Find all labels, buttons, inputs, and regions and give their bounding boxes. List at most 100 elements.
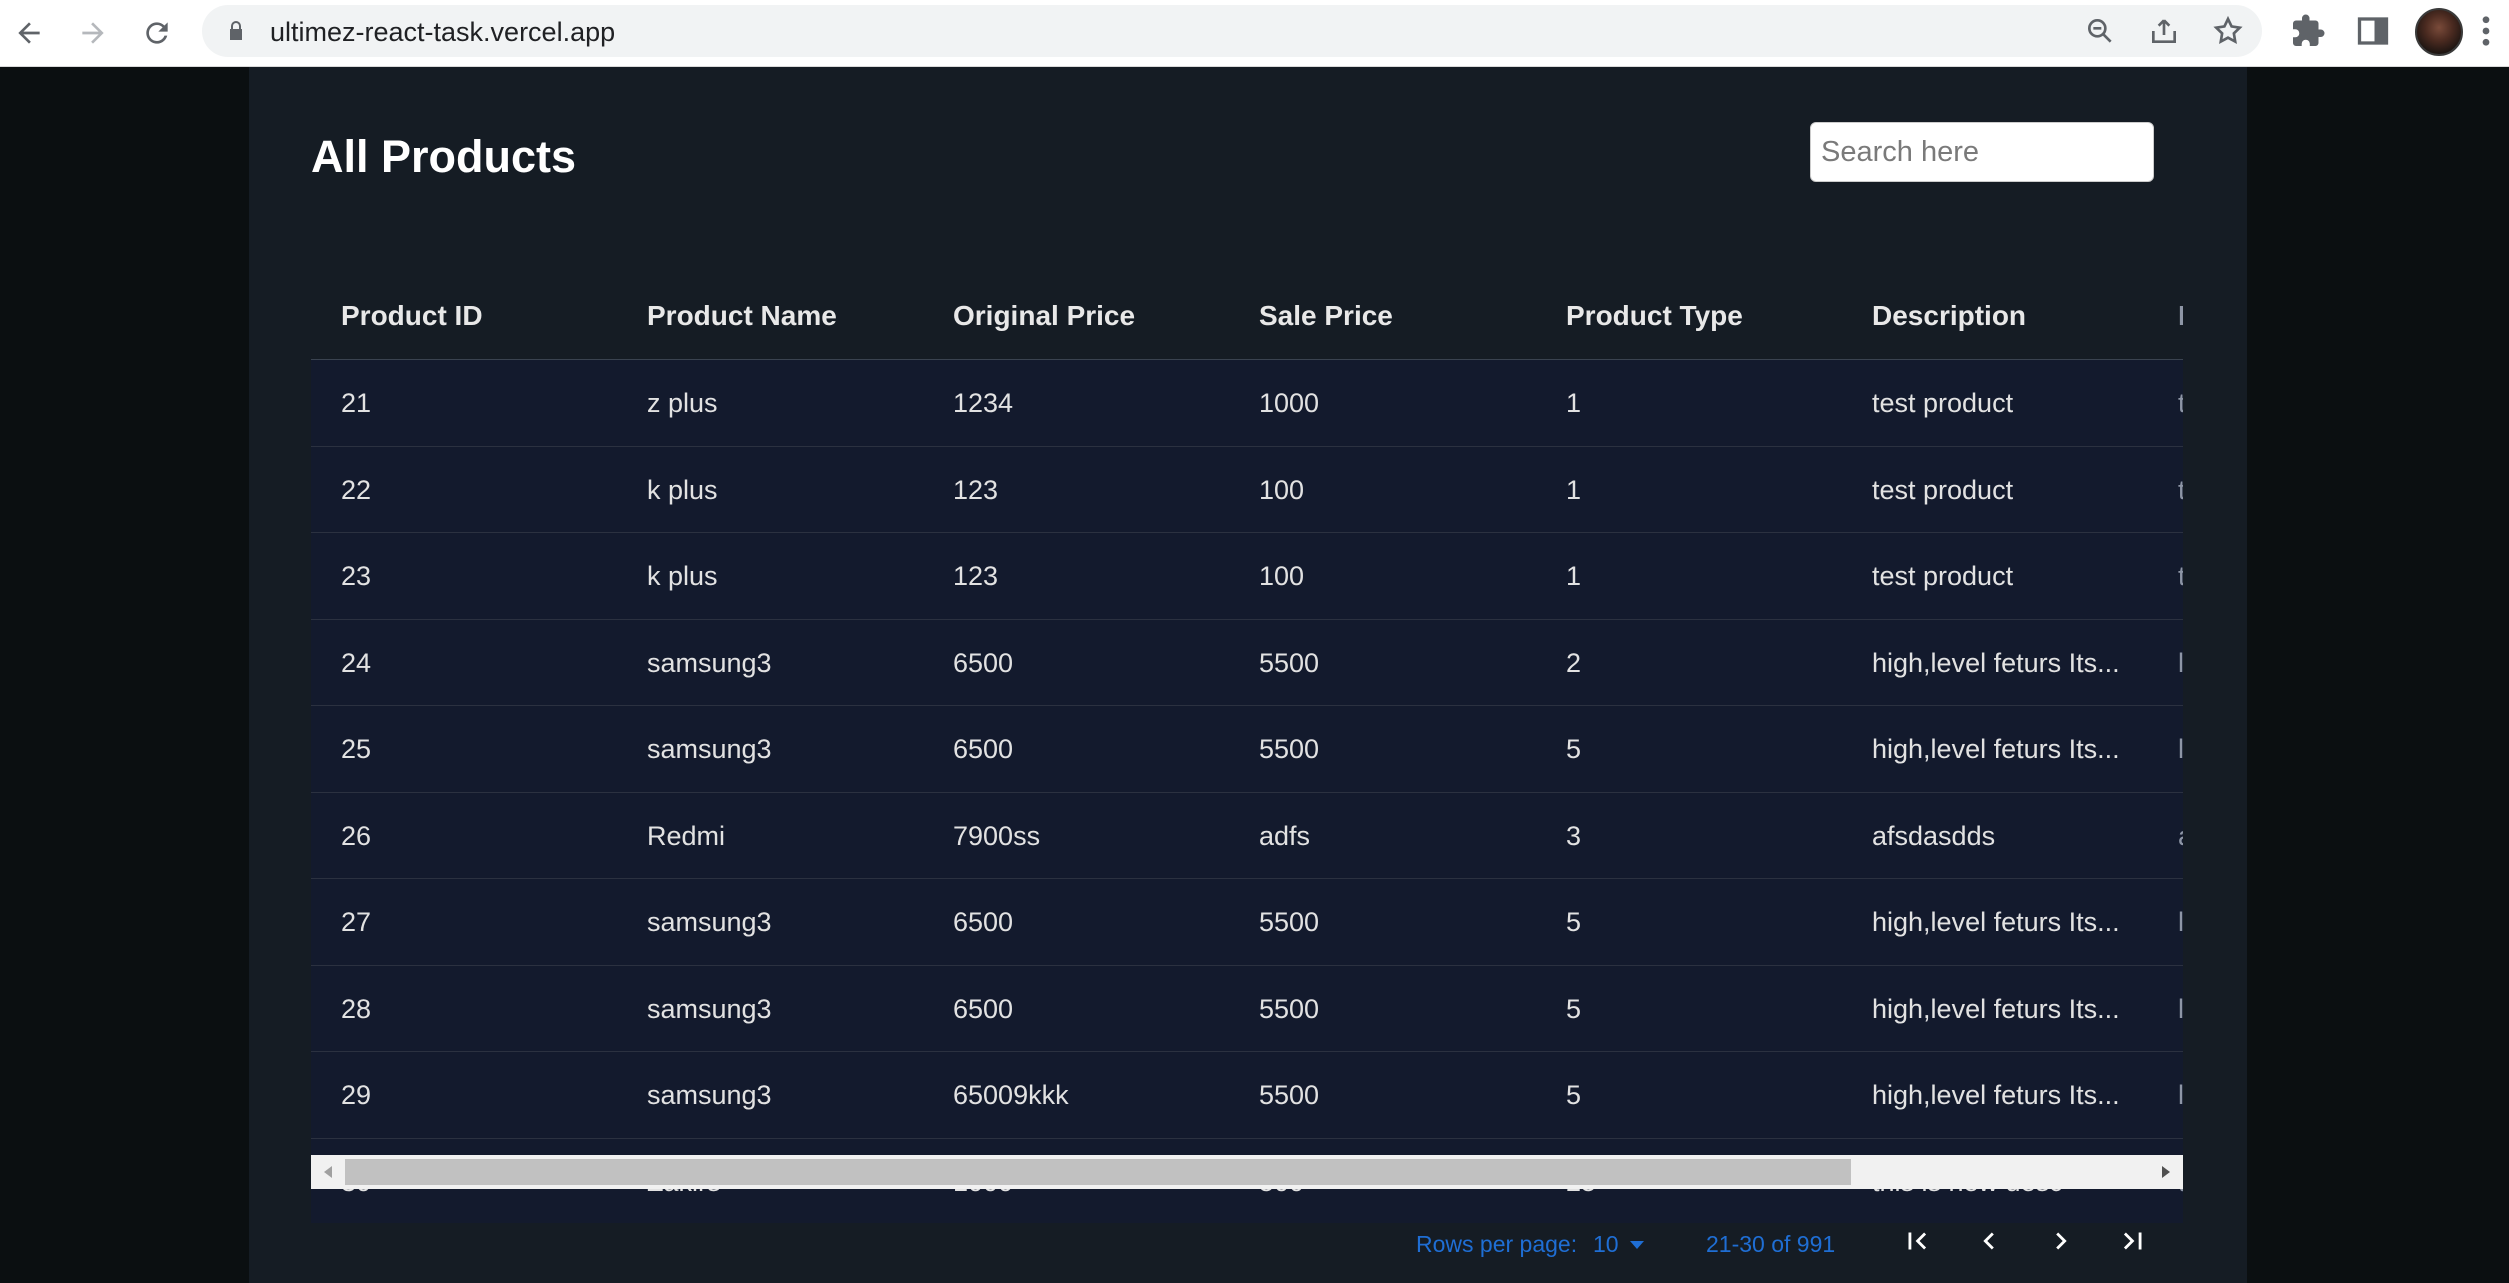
cell-original-price: 123 xyxy=(953,474,999,505)
column-header-original-price[interactable]: Original Price xyxy=(953,300,1135,332)
cell-product-id: 24 xyxy=(341,647,372,678)
cell-original-price: 6500 xyxy=(953,907,1014,937)
cell-product-type: 1 xyxy=(1566,474,1582,505)
cell-product-name: samsung3 xyxy=(647,993,772,1024)
cell-product-name: samsung3 xyxy=(647,647,772,678)
column-header-overflow: I xyxy=(2178,300,2183,331)
cell-overflow: l xyxy=(2178,647,2183,678)
previous-page-icon xyxy=(1983,1232,1994,1250)
profile-avatar[interactable] xyxy=(2415,8,2463,56)
cell-product-id: 25 xyxy=(341,734,372,764)
products-table: Product ID Product Name Original Price S… xyxy=(311,215,2183,1223)
column-header-product-id[interactable]: Product ID xyxy=(341,300,483,332)
cell-product-id: 23 xyxy=(341,561,372,591)
table-row[interactable]: 28 samsung3 6500 5500 5 high,level feturs Its… xyxy=(311,965,2183,1052)
cell-overflow: l xyxy=(2178,1080,2183,1110)
extensions-icon[interactable] xyxy=(2290,13,2326,49)
share-icon[interactable] xyxy=(2148,15,2180,47)
kebab-menu-icon[interactable] xyxy=(2482,16,2490,46)
next-page-icon xyxy=(2056,1232,2067,1250)
cell-description: test product xyxy=(1872,388,2014,418)
scroll-left-icon[interactable] xyxy=(311,1155,345,1189)
zoom-out-icon[interactable] xyxy=(2084,15,2116,47)
cell-product-name: z plus xyxy=(647,388,718,418)
cell-product-type: 5 xyxy=(1566,734,1582,764)
reload-button[interactable] xyxy=(134,10,180,56)
lock-icon xyxy=(230,21,242,40)
cell-product-id: 22 xyxy=(341,474,372,505)
cell-original-price: 6500 xyxy=(953,647,1014,678)
table-row[interactable]: 25 samsung3 6500 5500 5 high,level feturs Its… xyxy=(311,706,2183,793)
cell-overflow: t xyxy=(2178,474,2183,505)
first-page-button[interactable] xyxy=(1895,1219,1939,1263)
cell-description: high,level feturs Its... xyxy=(1872,647,2120,678)
cell-product-type: 1 xyxy=(1566,388,1582,418)
last-page-button[interactable] xyxy=(2111,1219,2155,1263)
cell-product-id: 29 xyxy=(341,1080,372,1110)
cell-description: high,level feturs Its... xyxy=(1872,993,2120,1024)
cell-original-price: 6500 xyxy=(953,734,1014,764)
rows-per-page-select[interactable]: 10 xyxy=(1593,1231,1645,1258)
cell-product-type: 2 xyxy=(1566,647,1582,678)
first-page-icon xyxy=(1908,1232,1927,1250)
browser-toolbar: ultimez-react-task.vercel.app xyxy=(0,0,2509,67)
next-page-button[interactable] xyxy=(2039,1219,2083,1263)
previous-page-button[interactable] xyxy=(1967,1219,2011,1263)
table-row[interactable]: 23 k plus 123 100 1 test product t xyxy=(311,533,2183,620)
cell-product-id: 28 xyxy=(341,993,372,1024)
cell-product-name: k plus xyxy=(647,474,718,505)
products-panel: All Products Product ID Product Name Ori… xyxy=(249,67,2247,1283)
table-row[interactable]: 22 k plus 123 100 1 test product t xyxy=(311,446,2183,533)
scrollbar-thumb[interactable] xyxy=(345,1159,1851,1185)
cell-sale-price: 5500 xyxy=(1259,1080,1320,1110)
cell-product-id: 21 xyxy=(341,388,372,418)
cell-sale-price: 5500 xyxy=(1259,907,1320,937)
cell-product-id: 26 xyxy=(341,820,372,851)
cell-original-price: 123 xyxy=(953,561,999,591)
cell-description: afsdasdds xyxy=(1872,820,1996,851)
side-panel-icon[interactable] xyxy=(2355,13,2391,49)
cell-description: test product xyxy=(1872,561,2014,591)
last-page-icon xyxy=(2123,1232,2142,1250)
cell-sale-price: 100 xyxy=(1259,561,1305,591)
rows-per-page-value: 10 xyxy=(1593,1231,1619,1257)
cell-description: test product xyxy=(1872,474,2014,505)
table-header: Product ID Product Name Original Price S… xyxy=(311,215,2183,360)
rows-per-page-label: Rows per page: xyxy=(1416,1231,1578,1257)
column-header-product-name[interactable]: Product Name xyxy=(647,300,837,332)
page-title: All Products xyxy=(311,131,577,182)
back-button[interactable] xyxy=(6,10,52,56)
table-row[interactable]: 24 samsung3 6500 5500 2 high,level feturs Its… xyxy=(311,619,2183,706)
cell-product-name: samsung3 xyxy=(647,907,772,937)
cell-product-type: 5 xyxy=(1566,1080,1582,1110)
cell-overflow: t xyxy=(2178,561,2183,591)
scroll-right-icon[interactable] xyxy=(2149,1155,2183,1189)
table-row[interactable]: 27 samsung3 6500 5500 5 high,level feturs Its… xyxy=(311,879,2183,966)
cell-sale-price: 5500 xyxy=(1259,734,1320,764)
cell-product-name: samsung3 xyxy=(647,1080,772,1110)
cell-product-name: k plus xyxy=(647,561,718,591)
back-arrow-icon xyxy=(18,22,40,44)
cell-original-price: 7900ss xyxy=(953,820,1041,851)
table-row[interactable]: 21 z plus 1234 1000 1 test product t xyxy=(311,360,2183,447)
cell-sale-price: 5500 xyxy=(1259,647,1320,678)
cell-product-name: Redmi xyxy=(647,820,726,851)
dropdown-caret-icon xyxy=(1629,1240,1644,1249)
cell-description: high,level feturs Its... xyxy=(1872,734,2120,764)
cell-overflow: l xyxy=(2178,907,2183,937)
cell-original-price: 6500 xyxy=(953,993,1014,1024)
star-icon[interactable] xyxy=(2212,15,2244,47)
column-header-product-type[interactable]: Product Type xyxy=(1566,300,1743,332)
table-row[interactable]: 29 samsung3 65009kkk 5500 5 high,level feturs… xyxy=(311,1052,2183,1139)
cell-product-name: samsung3 xyxy=(647,734,772,764)
forward-button[interactable] xyxy=(70,10,116,56)
table-row[interactable]: 26 Redmi 7900ss adfs 3 afsdasdds a xyxy=(311,792,2183,879)
search-input[interactable] xyxy=(1810,122,2154,182)
cell-overflow: l xyxy=(2178,993,2183,1024)
column-header-description[interactable]: Description xyxy=(1872,300,2026,332)
address-bar[interactable]: ultimez-react-task.vercel.app xyxy=(202,5,2262,57)
table-body: 21 z plus 1234 1000 1 test product t 22 k plus 12… xyxy=(311,360,2183,1223)
horizontal-scrollbar[interactable] xyxy=(311,1155,2183,1189)
cell-product-id: 27 xyxy=(341,907,372,937)
column-header-sale-price[interactable]: Sale Price xyxy=(1259,300,1393,332)
